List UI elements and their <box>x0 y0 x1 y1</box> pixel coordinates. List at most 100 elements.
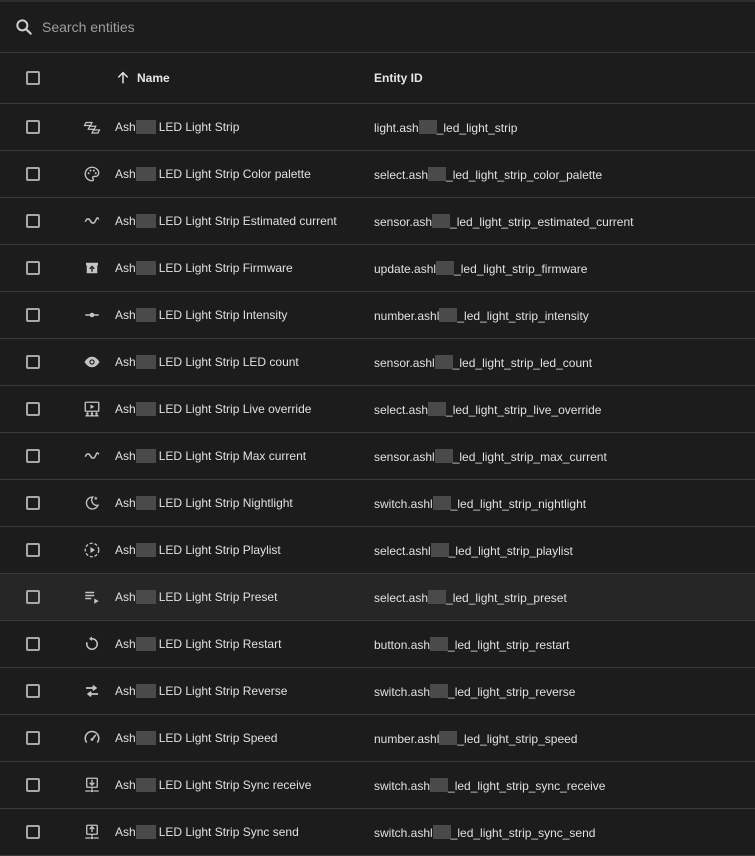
entity-id[interactable]: light.ash _led_light_strip <box>374 119 755 135</box>
table-row[interactable]: Ash LED Light Strip Sync send switch.ashl _… <box>0 809 755 856</box>
row-checkbox-cell <box>0 120 68 134</box>
entity-id[interactable]: number.ashl _led_light_strip_intensity <box>374 307 755 323</box>
entity-id-prefix: select.ash <box>374 590 429 605</box>
entity-name-suffix: LED Light Strip Sync send <box>158 825 299 839</box>
redaction-block <box>135 402 156 416</box>
entity-name[interactable]: Ash LED Light Strip Sync receive <box>115 778 374 792</box>
row-checkbox[interactable] <box>26 684 40 698</box>
entity-name[interactable]: Ash LED Light Strip Sync send <box>115 825 374 839</box>
row-checkbox[interactable] <box>26 449 40 463</box>
entity-name-suffix: LED Light Strip Reverse <box>158 684 288 698</box>
row-checkbox-cell <box>0 778 68 792</box>
table-row[interactable]: Ash LED Light Strip Estimated current sens… <box>0 198 755 245</box>
entity-name[interactable]: Ash LED Light Strip <box>115 120 374 134</box>
entity-icon-cell <box>68 447 115 465</box>
entity-id[interactable]: select.ashl _led_light_strip_playlist <box>374 542 755 558</box>
entity-id-prefix: sensor.ashl <box>374 355 435 370</box>
table-row[interactable]: Ash LED Light Strip Firmware update.ashl _l… <box>0 245 755 292</box>
entity-id[interactable]: select.ash _led_light_strip_color_palette <box>374 166 755 182</box>
row-checkbox[interactable] <box>26 261 40 275</box>
entity-id[interactable]: switch.ash _led_light_strip_sync_receive <box>374 777 755 793</box>
table-row[interactable]: Ash LED Light Strip Live override select.a… <box>0 386 755 433</box>
entity-name-prefix: Ash <box>115 214 136 228</box>
entity-name[interactable]: Ash LED Light Strip Firmware <box>115 261 374 275</box>
row-checkbox[interactable] <box>26 543 40 557</box>
entity-name[interactable]: Ash LED Light Strip Estimated current <box>115 214 374 228</box>
entity-id-suffix: _led_light_strip <box>436 120 518 135</box>
entity-id[interactable]: sensor.ash _led_light_strip_estimated_cur… <box>374 213 755 229</box>
table-row[interactable]: Ash LED Light Strip Nightlight switch.ashl… <box>0 480 755 527</box>
column-header-name[interactable]: Name <box>115 70 374 86</box>
entity-id[interactable]: switch.ashl _led_light_strip_nightlight <box>374 495 755 511</box>
table-row[interactable]: Ash LED Light Strip Preset select.ash _led_… <box>0 574 755 621</box>
entity-id[interactable]: select.ash _led_light_strip_live_override <box>374 401 755 417</box>
entity-id-prefix: select.ash <box>374 402 429 417</box>
table-row[interactable]: Ash LED Light Strip Intensity number.ashl _… <box>0 292 755 339</box>
entity-name[interactable]: Ash LED Light Strip Nightlight <box>115 496 374 510</box>
entity-id[interactable]: switch.ash _led_light_strip_reverse <box>374 683 755 699</box>
row-checkbox[interactable] <box>26 402 40 416</box>
table-row[interactable]: Ash LED Light Strip Max current sensor.ash… <box>0 433 755 480</box>
entity-name-prefix: Ash <box>115 449 136 463</box>
table-row[interactable]: Ash LED Light Strip Speed number.ashl _led_… <box>0 715 755 762</box>
redaction-block <box>430 777 449 792</box>
row-checkbox[interactable] <box>26 308 40 322</box>
entity-id[interactable]: update.ashl _led_light_strip_firmware <box>374 260 755 276</box>
select-all-checkbox[interactable] <box>26 71 40 85</box>
entity-icon-cell <box>68 259 115 277</box>
row-checkbox-cell <box>0 214 68 228</box>
search-input[interactable]: Search entities <box>42 19 135 35</box>
entity-id[interactable]: sensor.ashl _led_light_strip_led_count <box>374 354 755 370</box>
entity-id[interactable]: sensor.ashl _led_light_strip_max_current <box>374 448 755 464</box>
entity-name[interactable]: Ash LED Light Strip Preset <box>115 590 374 604</box>
entity-id[interactable]: number.ashl _led_light_strip_speed <box>374 730 755 746</box>
redaction-block <box>430 542 449 557</box>
entity-name[interactable]: Ash LED Light Strip Live override <box>115 402 374 416</box>
redaction-block <box>428 166 447 181</box>
search-bar[interactable]: Search entities <box>0 2 755 53</box>
entity-name[interactable]: Ash LED Light Strip Reverse <box>115 684 374 698</box>
row-checkbox[interactable] <box>26 355 40 369</box>
entity-id[interactable]: switch.ashl _led_light_strip_sync_send <box>374 824 755 840</box>
entity-id-prefix: switch.ash <box>374 684 431 699</box>
row-checkbox[interactable] <box>26 731 40 745</box>
entity-icon-cell <box>68 353 115 371</box>
entity-name[interactable]: Ash LED Light Strip Speed <box>115 731 374 745</box>
row-checkbox[interactable] <box>26 590 40 604</box>
table-row[interactable]: Ash LED Light Strip Color palette select.a… <box>0 151 755 198</box>
table-row[interactable]: Ash LED Light Strip Reverse switch.ash _led… <box>0 668 755 715</box>
entity-name[interactable]: Ash LED Light Strip Restart <box>115 637 374 651</box>
entity-id-suffix: _led_light_strip_restart <box>448 637 570 652</box>
table-row[interactable]: Ash LED Light Strip Sync receive switch.as… <box>0 762 755 809</box>
row-checkbox[interactable] <box>26 214 40 228</box>
entity-id[interactable]: select.ash _led_light_strip_preset <box>374 589 755 605</box>
entity-id[interactable]: button.ash _led_light_strip_restart <box>374 636 755 652</box>
entity-name-prefix: Ash <box>115 778 136 792</box>
entity-name-suffix: LED Light Strip Playlist <box>158 543 281 557</box>
table-row[interactable]: Ash LED Light Strip LED count sensor.ashl _… <box>0 339 755 386</box>
redaction-block <box>135 684 156 698</box>
entity-name[interactable]: Ash LED Light Strip Intensity <box>115 308 374 322</box>
entity-id-prefix: sensor.ashl <box>374 449 435 464</box>
row-checkbox[interactable] <box>26 825 40 839</box>
entity-id-suffix: _led_light_strip_firmware <box>454 261 588 276</box>
row-checkbox[interactable] <box>26 496 40 510</box>
entity-name[interactable]: Ash LED Light Strip Max current <box>115 449 374 463</box>
row-checkbox[interactable] <box>26 637 40 651</box>
table-row[interactable]: Ash LED Light Strip Playlist select.ashl _l… <box>0 527 755 574</box>
table-row[interactable]: Ash LED Light Strip light.ash _led_light_st… <box>0 104 755 151</box>
row-checkbox-cell <box>0 590 68 604</box>
entity-name[interactable]: Ash LED Light Strip LED count <box>115 355 374 369</box>
redaction-block <box>432 213 451 228</box>
row-checkbox[interactable] <box>26 120 40 134</box>
entity-name[interactable]: Ash LED Light Strip Playlist <box>115 543 374 557</box>
entity-id-prefix: select.ash <box>374 167 429 182</box>
column-header-entity-id[interactable]: Entity ID <box>374 71 755 85</box>
table-row[interactable]: Ash LED Light Strip Restart button.ash _led… <box>0 621 755 668</box>
entity-name[interactable]: Ash LED Light Strip Color palette <box>115 167 374 181</box>
column-header-name-label: Name <box>137 71 170 85</box>
row-checkbox[interactable] <box>26 167 40 181</box>
entity-id-suffix: _led_light_strip_estimated_current <box>450 214 634 229</box>
presentation-icon <box>84 401 99 417</box>
row-checkbox[interactable] <box>26 778 40 792</box>
